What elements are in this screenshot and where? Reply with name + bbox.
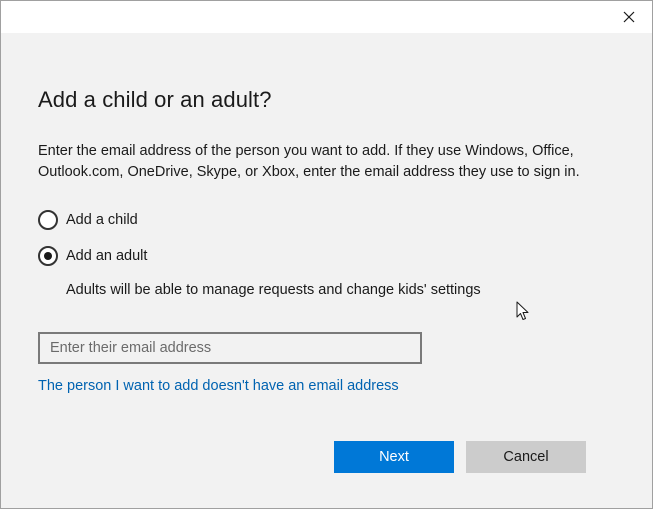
title-bar	[1, 1, 652, 33]
add-adult-label: Add an adult	[66, 248, 148, 264]
add-child-radio[interactable]	[38, 210, 58, 230]
close-icon	[623, 11, 635, 23]
dialog-description: Enter the email address of the person yo…	[38, 143, 580, 180]
cancel-button[interactable]: Cancel	[466, 441, 586, 473]
close-button[interactable]	[606, 1, 652, 33]
add-person-dialog: Add a child or an adult? Enter the email…	[0, 0, 653, 509]
add-child-option[interactable]: Add a child	[38, 210, 138, 230]
no-email-link[interactable]: The person I want to add doesn't have an…	[38, 378, 399, 394]
email-input[interactable]	[38, 332, 422, 364]
add-adult-option[interactable]: Add an adult	[38, 246, 147, 266]
mouse-pointer-icon	[516, 301, 530, 321]
next-button[interactable]: Next	[334, 441, 454, 473]
adult-description: Adults will be able to manage requests a…	[66, 282, 481, 298]
add-adult-radio[interactable]	[38, 246, 58, 266]
dialog-title: Add a child or an adult?	[38, 87, 272, 112]
add-child-label: Add a child	[66, 212, 138, 228]
